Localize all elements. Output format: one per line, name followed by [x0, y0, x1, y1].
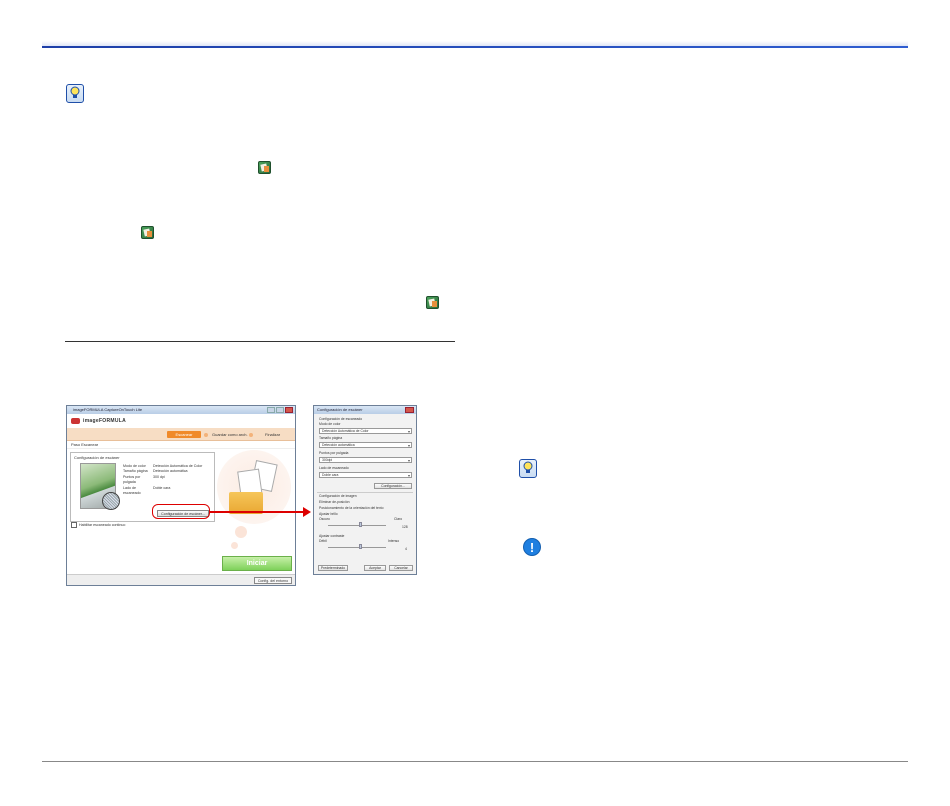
main-window-title: imageFORMULA CaptureOnTouch Lite [73, 407, 143, 412]
section-divider [65, 341, 455, 342]
settings-list: Modo de color Detección Automática de Col… [123, 464, 202, 496]
text-orientation-checkbox[interactable]: Posicionamiento de la orientación del te… [319, 506, 383, 510]
hint-icon [66, 84, 84, 103]
header-rule [42, 46, 908, 48]
brightness-label: Ajustar brillo [319, 512, 338, 516]
deskew-checkbox[interactable]: Eliminar de-posición [319, 500, 350, 504]
contrast-slider-thumb[interactable] [359, 544, 362, 549]
scan-side-select[interactable]: Doble cara [319, 472, 412, 478]
setting-value: Doble cara [153, 485, 171, 490]
step-save: Guardar como arch. [212, 432, 248, 437]
start-button[interactable]: Iniciar [222, 556, 292, 571]
minimize-icon[interactable] [267, 407, 275, 413]
dialog-titlebar: Configuración de escáner [314, 406, 416, 414]
brightness-slider[interactable] [328, 525, 386, 526]
step-dot [249, 433, 253, 437]
configuration-button[interactable]: Configuración... [374, 483, 412, 489]
dialog-divider [317, 492, 413, 493]
light-label: Claro [394, 517, 403, 521]
step-subheading: Paso Escanear [67, 441, 295, 449]
setting-key: Lado de escaneado [123, 485, 141, 496]
step-dot [204, 433, 208, 437]
setting-row: Lado de escaneado Doble cara [123, 486, 202, 497]
caution-icon: ! [523, 538, 541, 556]
brand-logo: imageFORMULA [67, 414, 295, 428]
hint-icon [519, 459, 537, 478]
accept-button[interactable]: Aceptar [364, 565, 386, 571]
scan-app-icon [258, 161, 271, 174]
step-scan: Escanear [167, 431, 201, 438]
scanner-settings-dialog: Configuración de escáner Configuración d… [313, 405, 417, 575]
contrast-slider[interactable] [328, 547, 386, 548]
close-icon[interactable] [405, 407, 414, 413]
page-size-select[interactable]: Detección automática [319, 442, 412, 448]
decor-bubble [235, 526, 247, 538]
callout-highlight [152, 504, 210, 519]
low-label: Débil [319, 539, 327, 543]
main-window-footer: Config. del entorno [67, 574, 295, 585]
maximize-icon[interactable] [276, 407, 284, 413]
color-mode-select[interactable]: Detección Automática de Color [319, 428, 412, 434]
scan-app-icon [141, 226, 154, 239]
continuous-scan-checkbox[interactable]: Habilitar escaneado continuo [71, 522, 125, 528]
brightness-value: 128 [402, 525, 408, 529]
color-mode-label: Modo de color [319, 422, 341, 426]
default-button[interactable]: Predeterminado [318, 565, 348, 571]
step-finish: Finalizar [265, 432, 281, 437]
scan-app-icon [426, 296, 439, 309]
dpi-label: Puntos por pulgada [319, 451, 349, 455]
close-icon[interactable] [285, 407, 293, 413]
decor-bubble [231, 542, 238, 549]
setting-key: Puntos por pulgada [123, 474, 141, 485]
contrast-value: 4 [405, 547, 407, 551]
dialog-title: Configuración de escáner [317, 407, 363, 412]
main-window-titlebar: imageFORMULA CaptureOnTouch Lite [67, 406, 295, 414]
step-bar: Escanear Guardar como arch. Finalizar [67, 428, 295, 441]
contrast-label: Ajustar contraste [319, 534, 345, 538]
brightness-slider-thumb[interactable] [359, 522, 362, 527]
dpi-select[interactable]: 300dpi [319, 457, 412, 463]
setting-value: 300 dpi [153, 474, 165, 479]
callout-arrow [210, 511, 306, 513]
high-label: Intenso [388, 539, 400, 543]
image-group-label: Configuración de imagen [319, 494, 357, 498]
environment-settings-button[interactable]: Config. del entorno [254, 577, 292, 584]
arrow-head-icon [303, 507, 311, 517]
dark-label: Oscuro [319, 517, 330, 521]
scan-side-label: Lado de escaneado [319, 466, 349, 470]
magnifier-icon [102, 492, 120, 510]
cancel-button[interactable]: Cancelar [389, 565, 413, 571]
footer-rule [42, 761, 908, 762]
page-size-label: Tamaño página [319, 436, 343, 440]
panel-title: Configuración de escáner [74, 455, 120, 460]
main-window-screenshot: imageFORMULA CaptureOnTouch Lite imageFO… [66, 405, 296, 586]
window-controls [267, 407, 293, 413]
scan-group-label: Configuración de escaneado [319, 417, 363, 421]
setting-row: Puntos por pulgada 300 dpi [123, 475, 202, 486]
